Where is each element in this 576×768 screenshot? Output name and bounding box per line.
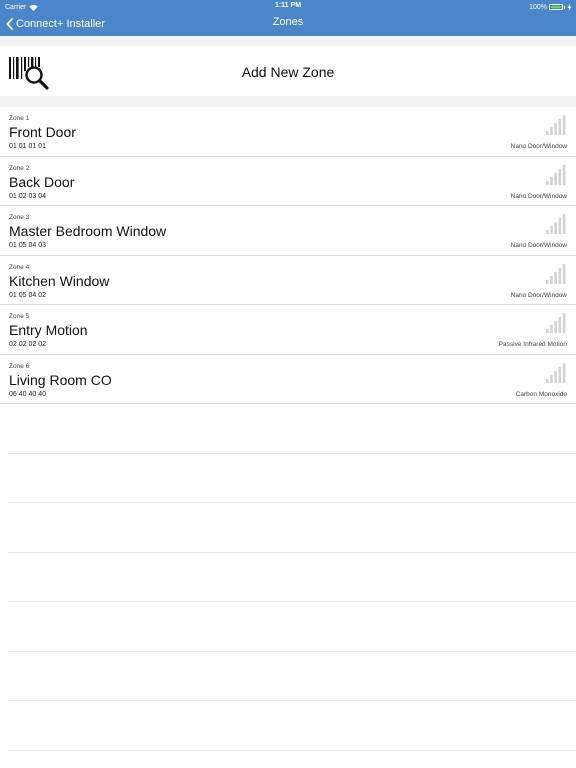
signal-bar <box>546 131 549 135</box>
status-bar-left: Carrier <box>5 2 39 12</box>
status-bar-right: 100% <box>529 2 572 12</box>
empty-row-separator <box>8 551 576 553</box>
zone-number: Zone 5 <box>9 313 30 320</box>
zone-row[interactable]: Zone 6 Living Room CO 06 40 40 40 Carbon… <box>0 354 576 404</box>
zone-row[interactable]: Zone 3 Master Bedroom Window 01 05 04 03… <box>0 206 576 256</box>
zone-device-type: Nano Door/Window <box>510 242 567 249</box>
zone-number: Zone 3 <box>9 214 30 221</box>
signal-strength-icon <box>546 214 566 234</box>
signal-bar <box>558 168 562 185</box>
zone-serial: 01 02 03 04 <box>9 192 46 200</box>
empty-row-separator <box>8 749 576 751</box>
zone-row[interactable]: Zone 1 Front Door 01 01 01 01 Nano Door/… <box>0 107 576 157</box>
signal-bar <box>554 222 557 234</box>
zone-serial: 02 02 02 02 <box>9 341 46 348</box>
signal-bar <box>550 127 553 135</box>
add-new-zone-button[interactable]: Add New Zone <box>0 46 576 96</box>
signal-bar <box>546 230 549 234</box>
signal-bar <box>546 180 549 185</box>
signal-bar <box>558 366 562 383</box>
navigation-bar: Carrier 1:11 PM 100% Connect+ Installer … <box>0 0 576 36</box>
signal-strength-icon <box>546 164 566 185</box>
zone-list: Zone 1 Front Door 01 01 01 01 Nano Door/… <box>0 107 576 404</box>
zone-device-type: Nano Door/Window <box>510 291 567 299</box>
zone-number: Zone 2 <box>9 164 30 172</box>
signal-bar <box>550 275 553 284</box>
signal-bar <box>546 378 549 383</box>
signal-bar <box>546 329 549 333</box>
battery-level <box>551 6 561 8</box>
empty-row-separator <box>8 700 576 701</box>
zone-serial: 01 05 04 02 <box>9 291 46 299</box>
chevron-left-icon <box>6 18 13 30</box>
signal-bar <box>562 214 566 234</box>
signal-bar <box>562 115 566 135</box>
signal-bar <box>546 279 549 284</box>
back-button-label: Connect+ Installer <box>16 18 105 30</box>
zone-name: Back Door <box>9 173 75 190</box>
zone-name: Front Door <box>9 124 76 140</box>
zone-row[interactable]: Zone 2 Back Door 01 02 03 04 Nano Door/W… <box>0 156 576 206</box>
zone-device-type: Passive Infrared Motion <box>498 341 567 348</box>
zones-screen: Carrier 1:11 PM 100% Connect+ Installer … <box>0 0 576 768</box>
signal-bar <box>558 317 562 333</box>
signal-bar <box>550 325 553 333</box>
signal-bar <box>554 271 557 284</box>
zone-device-type: Carbon Monoxide <box>515 390 567 398</box>
battery-cap <box>564 5 565 9</box>
zone-name: Master Bedroom Window <box>9 223 167 239</box>
empty-list-area <box>0 404 576 768</box>
signal-bar <box>550 176 553 185</box>
zone-device-type: Nano Door/Window <box>510 143 567 150</box>
signal-bar <box>554 123 557 135</box>
status-time: 1:11 PM <box>274 2 302 9</box>
signal-bar <box>558 119 562 135</box>
signal-bar <box>550 226 553 234</box>
signal-strength-icon <box>546 263 566 284</box>
empty-row-separator <box>8 452 576 454</box>
zone-number: Zone 1 <box>9 115 30 122</box>
signal-bar <box>550 374 553 383</box>
battery-percent: 100% <box>529 3 547 11</box>
zone-name: Kitchen Window <box>9 272 110 289</box>
zone-row[interactable]: Zone 5 Entry Motion 02 02 02 02 Passive … <box>0 305 576 355</box>
section-spacer <box>0 96 576 107</box>
zone-serial: 06 40 40 40 <box>9 390 46 398</box>
section-spacer <box>0 36 576 46</box>
signal-bar <box>562 164 566 185</box>
add-new-zone-label: Add New Zone <box>241 64 335 80</box>
signal-bar <box>562 362 566 383</box>
signal-strength-icon <box>546 362 566 383</box>
signal-bar <box>562 263 566 284</box>
signal-bar <box>554 321 557 333</box>
battery-icon <box>549 4 563 10</box>
zone-serial: 01 01 01 01 <box>9 143 46 150</box>
wifi-icon <box>29 4 39 11</box>
zone-number: Zone 4 <box>9 263 30 271</box>
signal-strength-icon <box>546 313 566 333</box>
zone-serial: 01 05 04 03 <box>9 242 46 249</box>
signal-bar <box>558 218 562 234</box>
empty-row-separator <box>8 601 576 602</box>
zone-name: Living Room CO <box>9 371 112 388</box>
empty-row-separator <box>8 650 576 652</box>
zone-number: Zone 6 <box>9 362 30 370</box>
signal-bar <box>558 267 562 284</box>
back-button[interactable]: Connect+ Installer <box>6 15 105 33</box>
signal-bar <box>562 313 566 333</box>
empty-row-separator <box>8 502 576 503</box>
signal-bar <box>554 172 557 185</box>
signal-strength-icon <box>546 115 566 135</box>
zone-row[interactable]: Zone 4 Kitchen Window 01 05 04 02 Nano D… <box>0 255 576 305</box>
carrier-label: Carrier <box>5 3 27 11</box>
zone-name: Entry Motion <box>9 322 88 338</box>
zone-device-type: Nano Door/Window <box>510 192 567 200</box>
signal-bar <box>554 370 557 383</box>
charging-icon <box>567 3 572 11</box>
